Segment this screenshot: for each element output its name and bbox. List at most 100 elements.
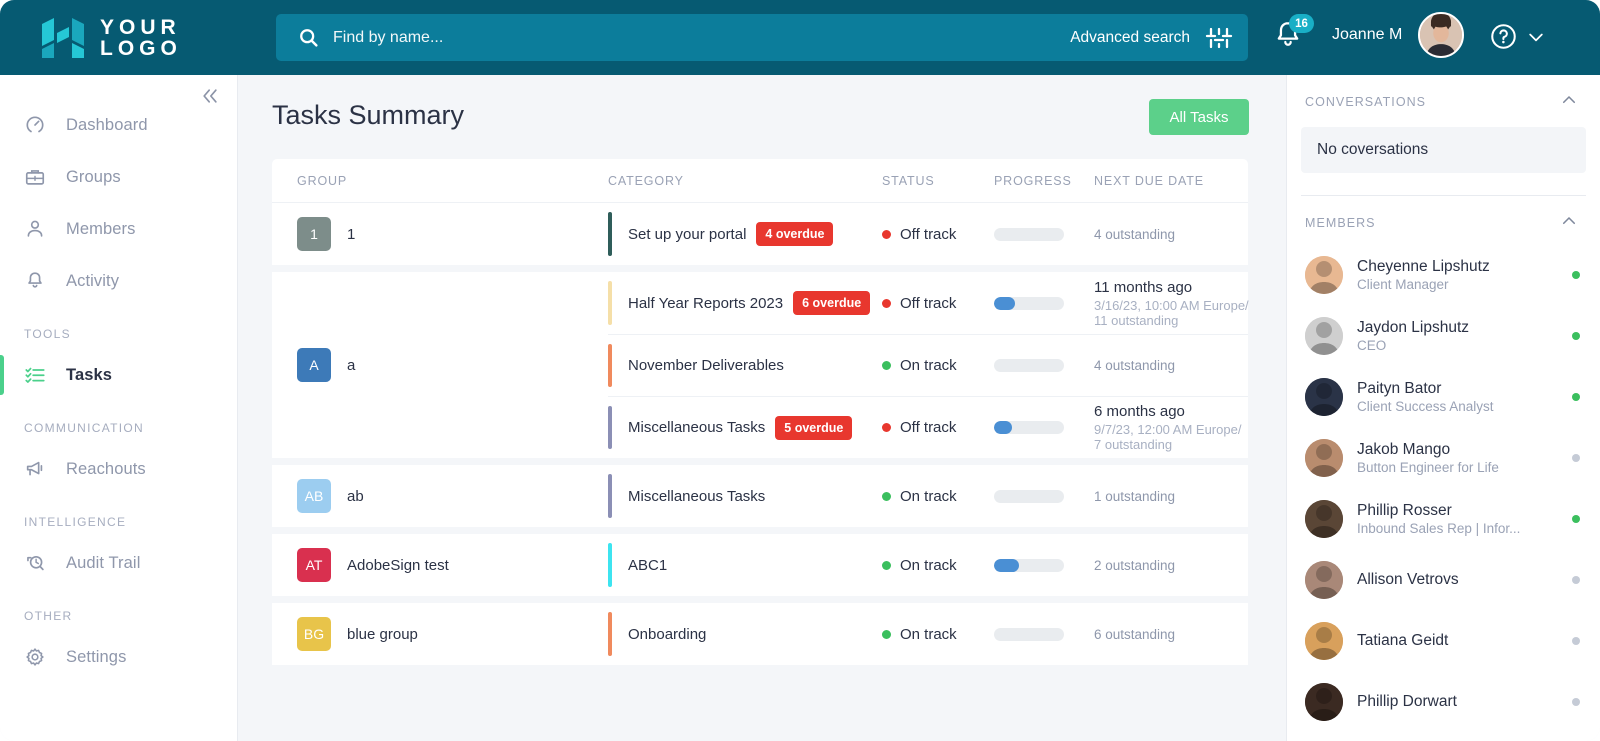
category-name: November Deliverables <box>628 357 784 374</box>
chevron-up-icon[interactable] <box>1560 91 1578 113</box>
chevron-up-icon[interactable] <box>1560 212 1578 234</box>
status-cell: On track <box>882 557 994 574</box>
member-text: Phillip RosserInbound Sales Rep | Infor.… <box>1357 502 1564 536</box>
task-row[interactable]: ABC1On track2 outstanding <box>608 534 1248 596</box>
member-text: Jakob MangoButton Engineer for Life <box>1357 441 1564 475</box>
member-presence-dot <box>1572 576 1580 584</box>
sidebar-item-groups[interactable]: Groups <box>0 151 237 203</box>
task-row[interactable]: Set up your portal4 overdueOff track4 ou… <box>608 203 1248 265</box>
logo-text: YOUR LOGO <box>100 17 182 59</box>
sidebar-item-tasks[interactable]: Tasks <box>0 349 237 401</box>
due-date-cell: 6 outstanding <box>1094 627 1248 642</box>
task-row[interactable]: Miscellaneous Tasks5 overdueOff track6 m… <box>608 396 1248 458</box>
member-list-item[interactable]: Jaydon LipshutzCEO <box>1287 305 1600 366</box>
notifications-button[interactable]: 16 <box>1272 19 1312 59</box>
logo[interactable]: YOUR LOGO <box>0 16 240 60</box>
status-label: Off track <box>900 419 956 436</box>
progress-bar <box>994 297 1064 310</box>
table-body: 11Set up your portal4 overdueOff track4 … <box>272 203 1248 665</box>
column-header-group: GROUP <box>272 174 608 188</box>
sidebar-item-activity[interactable]: Activity <box>0 255 237 307</box>
status-dot-icon <box>882 492 891 501</box>
sidebar-item-members[interactable]: Members <box>0 203 237 255</box>
user-avatar[interactable] <box>1418 12 1464 58</box>
left-sidebar: Dashboard Groups <box>0 75 238 741</box>
category-name: Miscellaneous Tasks <box>628 488 765 505</box>
chevron-down-icon[interactable] <box>1526 27 1546 47</box>
status-label: On track <box>900 488 957 505</box>
category-cell: Set up your portal4 overdue <box>608 203 882 265</box>
member-avatar <box>1305 683 1343 721</box>
task-row[interactable]: Half Year Reports 20236 overdueOff track… <box>608 272 1248 334</box>
member-text: Cheyenne LipshutzClient Manager <box>1357 258 1564 292</box>
task-list: ABC1On track2 outstanding <box>608 534 1248 596</box>
group-name: 1 <box>347 226 355 243</box>
table-row[interactable]: ATAdobeSign testABC1On track2 outstandin… <box>272 534 1248 596</box>
right-panel: CONVERSATIONS No coversations MEMBERS Ch… <box>1286 75 1600 741</box>
table-row[interactable]: AaHalf Year Reports 20236 overdueOff tra… <box>272 272 1248 458</box>
member-list-item[interactable]: Jakob MangoButton Engineer for Life <box>1287 427 1600 488</box>
member-list-item[interactable]: Paityn BatorClient Success Analyst <box>1287 366 1600 427</box>
table-row[interactable]: 11Set up your portal4 overdueOff track4 … <box>272 203 1248 265</box>
page-title: Tasks Summary <box>272 100 464 131</box>
member-role: Button Engineer for Life <box>1357 460 1564 475</box>
search-icon <box>298 27 319 48</box>
conversations-header[interactable]: CONVERSATIONS <box>1287 75 1600 123</box>
member-presence-dot <box>1572 454 1580 462</box>
task-list: Set up your portal4 overdueOff track4 ou… <box>608 203 1248 265</box>
search-input[interactable] <box>333 29 1070 47</box>
members-header[interactable]: MEMBERS <box>1287 196 1600 244</box>
category-color-bar <box>608 612 612 656</box>
member-list-item[interactable]: Phillip Dorwart <box>1287 671 1600 732</box>
table-row[interactable]: BGblue groupOnboardingOn track6 outstand… <box>272 603 1248 665</box>
member-role: Inbound Sales Rep | Infor... <box>1357 521 1564 536</box>
progress-bar-fill <box>994 297 1015 310</box>
sidebar-item-reachouts[interactable]: Reachouts <box>0 443 237 495</box>
member-list-item[interactable]: Tatiana Geidt <box>1287 610 1600 671</box>
member-text: Tatiana Geidt <box>1357 632 1564 650</box>
group-cell: BGblue group <box>272 603 608 665</box>
main-content: Tasks Summary All Tasks GROUP CATEGORY S… <box>238 75 1286 741</box>
progress-cell <box>994 228 1094 241</box>
member-name: Jaydon Lipshutz <box>1357 319 1564 337</box>
member-list-item[interactable]: Cheyenne LipshutzClient Manager <box>1287 244 1600 305</box>
group-avatar: AB <box>297 479 331 513</box>
status-label: Off track <box>900 226 956 243</box>
progress-cell <box>994 559 1094 572</box>
sidebar-item-label: Groups <box>66 168 121 187</box>
table-row[interactable]: AB ab Miscellaneous Tasks On track 1 outstan… <box>272 465 1248 527</box>
group-name: ab <box>347 488 364 505</box>
member-name: Allison Vetrovs <box>1357 571 1564 589</box>
sidebar-item-dashboard[interactable]: Dashboard <box>0 99 237 151</box>
progress-cell <box>994 421 1094 434</box>
category-name: Onboarding <box>628 626 706 643</box>
outstanding-count: 11 outstanding <box>1094 313 1244 328</box>
filter-sliders-icon[interactable] <box>1204 23 1234 53</box>
column-header-progress: PROGRESS <box>994 174 1094 188</box>
task-row[interactable]: November DeliverablesOn track4 outstandi… <box>608 334 1248 396</box>
sidebar-item-settings[interactable]: Settings <box>0 631 237 683</box>
member-text: Paityn BatorClient Success Analyst <box>1357 380 1564 414</box>
outstanding-count: 4 outstanding <box>1094 358 1244 373</box>
member-list-item[interactable]: Phillip RosserInbound Sales Rep | Infor.… <box>1287 488 1600 549</box>
task-list: OnboardingOn track6 outstanding <box>608 603 1248 665</box>
member-presence-dot <box>1572 698 1580 706</box>
member-list-item[interactable]: Allison Vetrovs <box>1287 549 1600 610</box>
advanced-search-link[interactable]: Advanced search <box>1070 29 1190 47</box>
due-date-cell: 1 outstanding <box>1094 489 1248 504</box>
group-avatar: AT <box>297 548 331 582</box>
user-name[interactable]: Joanne M <box>1332 26 1402 44</box>
task-row[interactable]: OnboardingOn track6 outstanding <box>608 603 1248 665</box>
logo-line-2: LOGO <box>100 38 182 59</box>
all-tasks-button[interactable]: All Tasks <box>1149 99 1249 135</box>
sidebar-item-label: Reachouts <box>66 460 146 479</box>
sidebar-item-audit-trail[interactable]: Audit Trail <box>0 537 237 589</box>
progress-bar <box>994 228 1064 241</box>
member-text: Phillip Dorwart <box>1357 693 1564 711</box>
help-circle-icon[interactable] <box>1489 22 1518 51</box>
help-menu[interactable] <box>1489 22 1546 51</box>
group-avatar: BG <box>297 617 331 651</box>
task-row[interactable]: Miscellaneous Tasks On track 1 outstanding <box>608 465 1248 527</box>
search-bar[interactable]: Advanced search <box>276 14 1248 61</box>
tasks-table: GROUP CATEGORY STATUS PROGRESS NEXT DUE … <box>272 159 1248 741</box>
